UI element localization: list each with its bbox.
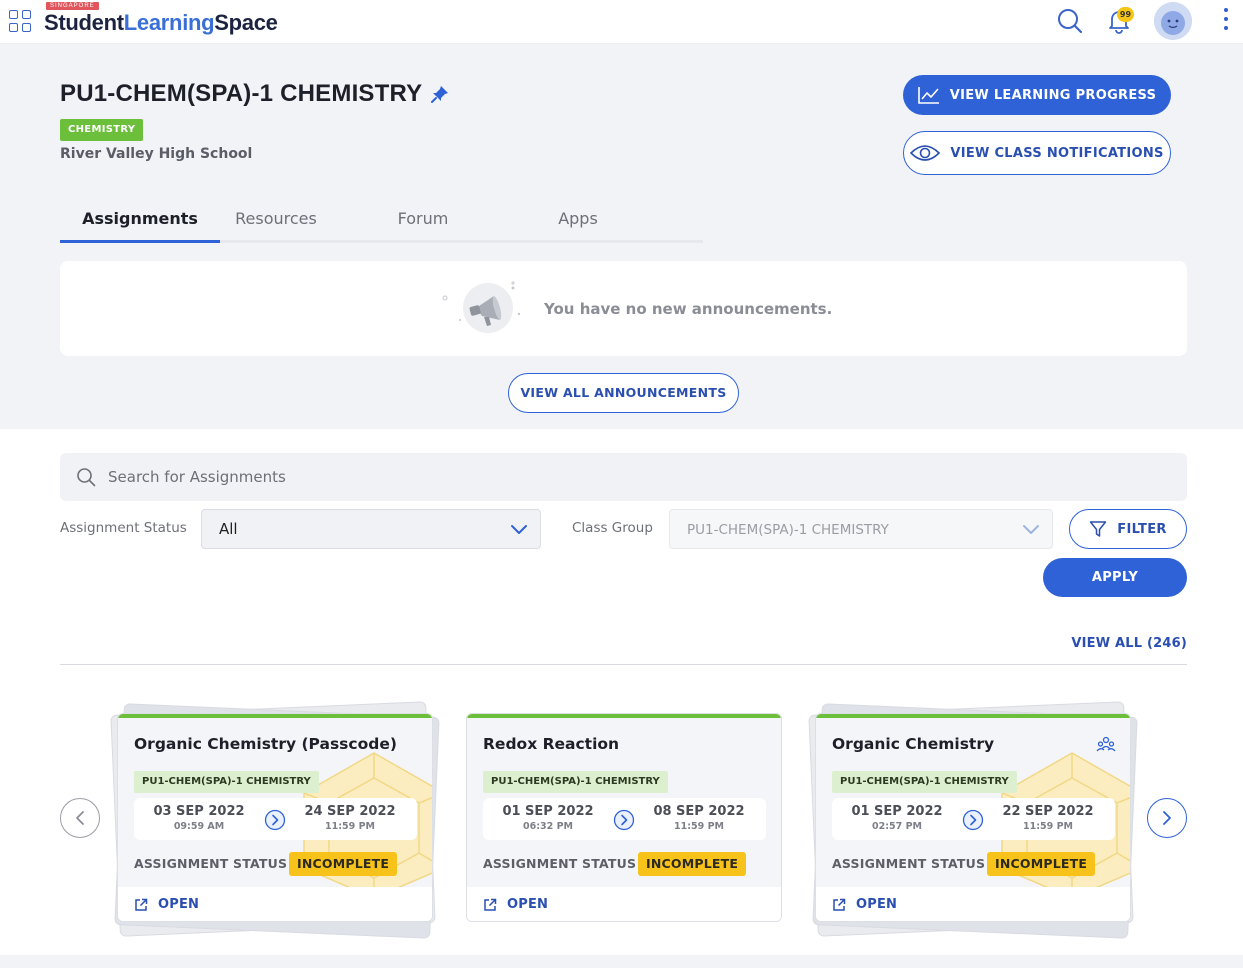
logo-word-space: Space — [214, 10, 278, 35]
assignment-title: Redox Reaction — [483, 735, 620, 753]
school-name: River Valley High School — [60, 146, 253, 162]
date-range: 03 SEP 2022 09:59 AM 24 SEP 2022 11:59 P… — [134, 798, 417, 840]
arrow-circle-right-icon — [962, 809, 984, 831]
status-badge: INCOMPLETE — [289, 852, 398, 876]
due-time: 11:59 PM — [1023, 821, 1073, 832]
view-all-announcements-button[interactable]: VIEW ALL ANNOUNCEMENTS — [508, 373, 739, 413]
logo-word-student: Student — [44, 10, 124, 35]
external-link-icon — [484, 898, 497, 911]
start-date: 03 SEP 2022 — [153, 804, 245, 819]
status-badge: INCOMPLETE — [638, 852, 747, 876]
search-input[interactable] — [108, 453, 1168, 501]
start-date: 01 SEP 2022 — [502, 804, 594, 819]
pin-icon[interactable] — [430, 84, 450, 104]
funnel-icon — [1090, 521, 1107, 537]
view-all-assignments-link[interactable]: VIEW ALL (246) — [1060, 636, 1187, 651]
assignment-title: Organic Chemistry — [832, 735, 995, 753]
logo-country-tag: SINGAPORE — [46, 2, 99, 10]
class-group-value: PU1-CHEM(SPA)-1 CHEMISTRY — [687, 522, 889, 538]
arrow-circle-right-icon — [613, 809, 635, 831]
assignment-status-select[interactable]: All — [201, 509, 541, 549]
open-label: OPEN — [158, 897, 200, 912]
open-label: OPEN — [856, 897, 898, 912]
assignment-card-body[interactable]: Redox Reaction PU1-CHEM(SPA)-1 CHEMISTRY… — [466, 713, 782, 922]
assignment-title: Organic Chemistry (Passcode) — [134, 735, 397, 753]
logo-word-learning: Learning — [123, 10, 215, 35]
assignment-status-caption: ASSIGNMENT STATUS — [483, 856, 637, 871]
due-time: 11:59 PM — [325, 821, 375, 832]
due-time: 11:59 PM — [674, 821, 724, 832]
eye-icon — [910, 145, 941, 161]
group-icon — [1096, 736, 1116, 752]
arrow-circle-right-icon — [264, 809, 286, 831]
due-date: 22 SEP 2022 — [1002, 804, 1094, 819]
status-badge: INCOMPLETE — [987, 852, 1096, 876]
due-date: 08 SEP 2022 — [653, 804, 745, 819]
open-label: OPEN — [507, 897, 549, 912]
active-tab-indicator — [60, 240, 220, 243]
chevron-right-icon — [1163, 811, 1171, 825]
start-time: 02:57 PM — [872, 821, 922, 832]
section-divider — [60, 664, 1187, 665]
chevron-down-icon — [1023, 525, 1039, 534]
assignment-status-label: Assignment Status — [60, 520, 187, 536]
start-time: 06:32 PM — [523, 821, 573, 832]
filter-button[interactable]: FILTER — [1069, 509, 1187, 549]
search-icon[interactable] — [1057, 8, 1083, 34]
assignment-card: Organic Chemistry (Passcode) PU1-CHEM(SP… — [109, 700, 440, 940]
assignment-card: Redox Reaction PU1-CHEM(SPA)-1 CHEMISTRY… — [458, 700, 788, 940]
avatar[interactable] — [1154, 2, 1192, 40]
date-range: 01 SEP 2022 02:57 PM 22 SEP 2022 11:59 P… — [832, 798, 1115, 840]
view-class-notifications-label: VIEW CLASS NOTIFICATIONS — [950, 145, 1164, 161]
open-assignment-link[interactable]: OPEN — [832, 897, 897, 912]
class-tag: PU1-CHEM(SPA)-1 CHEMISTRY — [483, 771, 668, 793]
assignment-card: Organic Chemistry PU1-CHEM(SPA)-1 CHEMIS… — [807, 700, 1138, 940]
open-assignment-link[interactable]: OPEN — [483, 897, 548, 912]
view-learning-progress-label: VIEW LEARNING PROGRESS — [949, 87, 1157, 103]
view-class-notifications-button[interactable]: VIEW CLASS NOTIFICATIONS — [903, 131, 1171, 175]
class-tag: PU1-CHEM(SPA)-1 CHEMISTRY — [134, 771, 319, 793]
assignment-card-body[interactable]: Organic Chemistry (Passcode) PU1-CHEM(SP… — [117, 713, 433, 922]
date-range: 01 SEP 2022 06:32 PM 08 SEP 2022 11:59 P… — [483, 798, 766, 840]
view-learning-progress-button[interactable]: VIEW LEARNING PROGRESS — [903, 75, 1171, 115]
apps-grid-icon[interactable] — [9, 10, 31, 32]
subject-badge: CHEMISTRY — [60, 119, 144, 141]
external-link-icon — [135, 898, 148, 911]
filter-label: FILTER — [1117, 521, 1167, 537]
carousel-next-button[interactable] — [1147, 798, 1187, 838]
assignment-card-body[interactable]: Organic Chemistry PU1-CHEM(SPA)-1 CHEMIS… — [815, 713, 1131, 922]
tab-resources[interactable]: Resources — [195, 209, 357, 239]
search-icon — [77, 468, 96, 487]
tab-forum[interactable]: Forum — [343, 209, 503, 239]
class-group-select[interactable]: PU1-CHEM(SPA)-1 CHEMISTRY — [669, 509, 1053, 549]
line-chart-icon — [917, 87, 939, 104]
assignment-status-caption: ASSIGNMENT STATUS — [832, 856, 986, 871]
apply-button[interactable]: APPLY — [1043, 558, 1187, 597]
assignment-status-caption: ASSIGNMENT STATUS — [134, 856, 288, 871]
no-announcements-text: You have no new announcements. — [544, 300, 833, 318]
megaphone-icon — [442, 281, 521, 333]
course-tabs: Assignments Resources Forum Apps — [60, 203, 703, 243]
external-link-icon — [833, 898, 846, 911]
chevron-down-icon — [511, 525, 527, 534]
due-date: 24 SEP 2022 — [304, 804, 396, 819]
assignment-status-value: All — [219, 520, 238, 538]
carousel-prev-button[interactable] — [60, 798, 100, 838]
assignment-search-bar[interactable] — [60, 453, 1187, 501]
page-title: PU1-CHEM(SPA)-1 CHEMISTRY — [60, 80, 423, 107]
more-options-icon[interactable] — [1222, 8, 1230, 34]
open-assignment-link[interactable]: OPEN — [134, 897, 199, 912]
start-date: 01 SEP 2022 — [851, 804, 943, 819]
class-group-label: Class Group — [572, 520, 653, 536]
notification-count-badge: 99 — [1117, 7, 1134, 22]
chevron-left-icon — [76, 811, 84, 825]
class-tag: PU1-CHEM(SPA)-1 CHEMISTRY — [832, 771, 1017, 793]
start-time: 09:59 AM — [173, 821, 225, 832]
top-bar: SINGAPORE StudentLearningSpace 99 — [0, 0, 1243, 44]
footer-strip — [0, 955, 1243, 968]
tab-apps[interactable]: Apps — [498, 209, 658, 239]
avatar-face-icon — [1154, 2, 1192, 40]
